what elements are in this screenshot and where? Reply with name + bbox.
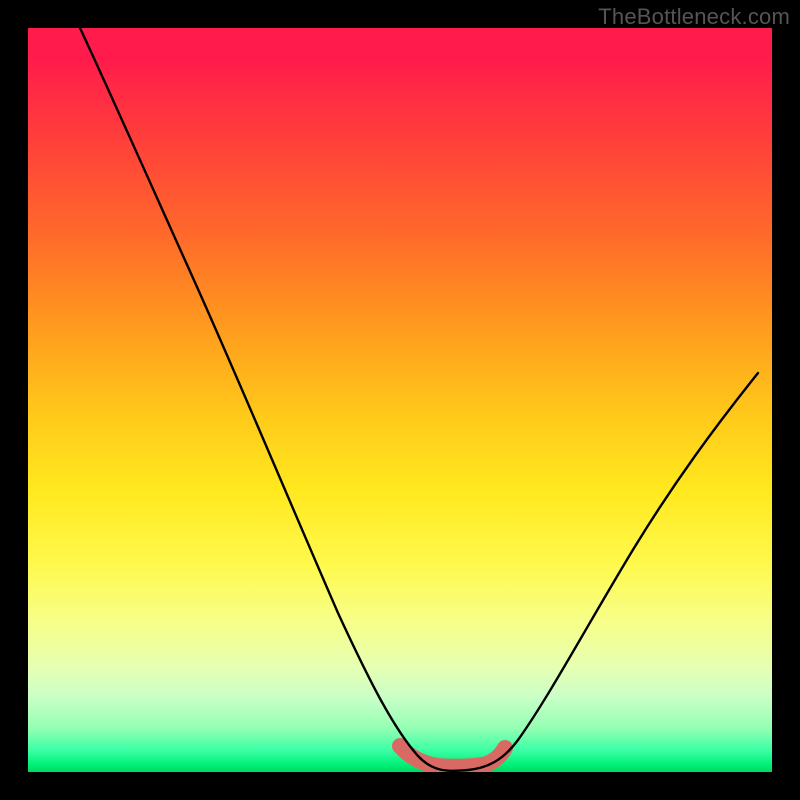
watermark-text: TheBottleneck.com <box>598 4 790 30</box>
chart-frame: TheBottleneck.com <box>0 0 800 800</box>
bottleneck-curve <box>80 28 758 771</box>
plot-area <box>28 28 772 772</box>
chart-svg <box>28 28 772 772</box>
